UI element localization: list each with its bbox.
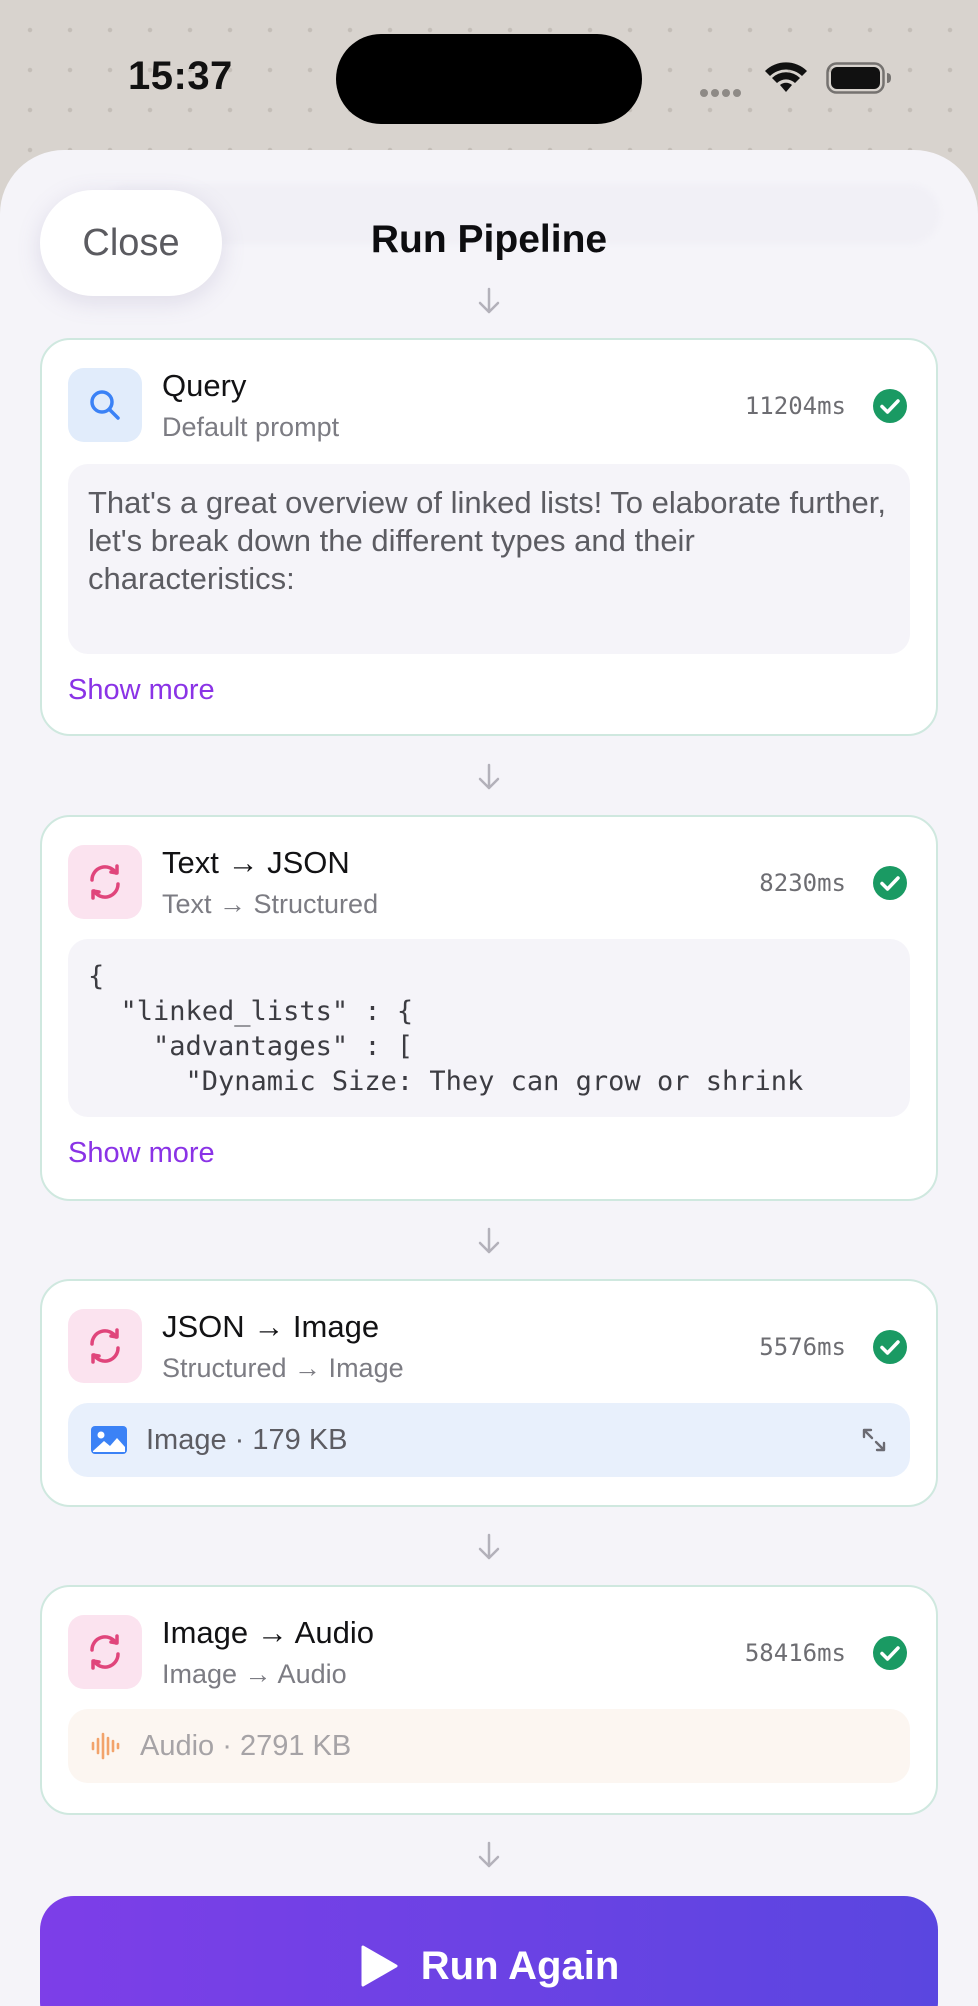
checkmark-icon (873, 866, 907, 900)
search-icon (90, 390, 120, 420)
step-card-text-json: Text → JSON Text → Structured 8230ms { "… (40, 815, 938, 1201)
status-bar: 15:37 (0, 0, 978, 150)
step-subtitle: Structured → Image (162, 1353, 404, 1383)
step-output-json: { "linked_lists" : { "advantages" : [ "D… (88, 961, 804, 1097)
expand-icon[interactable] (860, 1426, 888, 1454)
step-duration: 58416ms (744, 1639, 846, 1667)
step-duration: 11204ms (744, 392, 846, 420)
dynamic-island (336, 34, 642, 124)
pipeline-sheet: Close Run Pipeline Query Default prompt … (0, 150, 978, 2006)
step-subtitle: Image → Audio (162, 1659, 347, 1689)
step-title: Image → Audio (162, 1615, 374, 1650)
arrow-down-icon (478, 1227, 500, 1254)
audio-output-label: Audio · 2791 KB (140, 1729, 352, 1762)
step-title: Query (162, 368, 247, 403)
convert-icon (90, 864, 120, 900)
image-output[interactable]: Image · 179 KB (68, 1403, 910, 1477)
convert-icon (90, 1328, 120, 1364)
waveform-icon (91, 1732, 120, 1760)
step-card-image-audio: Image → Audio Image → Audio 58416ms Audi… (40, 1585, 938, 1815)
step-duration: 8230ms (759, 869, 846, 897)
arrow-down-icon (478, 1533, 500, 1560)
step-output-text: That's a great overview of linked lists!… (88, 485, 886, 596)
wifi-icon (765, 62, 807, 92)
arrow-down-icon (478, 287, 500, 314)
checkmark-icon (873, 1636, 907, 1670)
step-subtitle: Default prompt (162, 412, 340, 442)
image-output-label: Image · 179 KB (146, 1423, 348, 1456)
step-duration: 5576ms (759, 1333, 846, 1361)
sheet-header: Close Run Pipeline (0, 150, 978, 300)
show-more-link[interactable]: Show more (68, 1137, 215, 1170)
step-card-query: Query Default prompt 11204ms That's a gr… (40, 338, 938, 736)
step-icon (68, 1309, 142, 1383)
checkmark-icon (873, 1330, 907, 1364)
step-icon (68, 368, 142, 442)
run-again-button[interactable]: Run Again (40, 1896, 938, 2006)
checkmark-icon (873, 389, 907, 423)
signal-icon (700, 84, 750, 97)
play-icon (361, 1945, 398, 1987)
page-title: Run Pipeline (370, 218, 608, 261)
status-time: 15:37 (128, 54, 233, 98)
arrow-down-icon (478, 763, 500, 790)
audio-output[interactable]: Audio · 2791 KB (68, 1709, 910, 1783)
step-output: { "linked_lists" : { "advantages" : [ "D… (68, 939, 910, 1117)
step-card-json-image: JSON → Image Structured → Image 5576ms I… (40, 1279, 938, 1507)
arrow-down-icon (478, 1841, 500, 1868)
step-output: That's a great overview of linked lists!… (68, 464, 910, 654)
show-more-link[interactable]: Show more (68, 674, 215, 707)
step-icon (68, 845, 142, 919)
step-title: JSON → Image (162, 1309, 380, 1344)
convert-icon (90, 1634, 120, 1670)
battery-icon (826, 62, 891, 94)
step-title: Text → JSON (162, 845, 350, 880)
run-again-label: Run Again (420, 1943, 620, 1988)
step-subtitle: Text → Structured (162, 889, 379, 919)
step-icon (68, 1615, 142, 1689)
photo-icon (91, 1426, 127, 1454)
